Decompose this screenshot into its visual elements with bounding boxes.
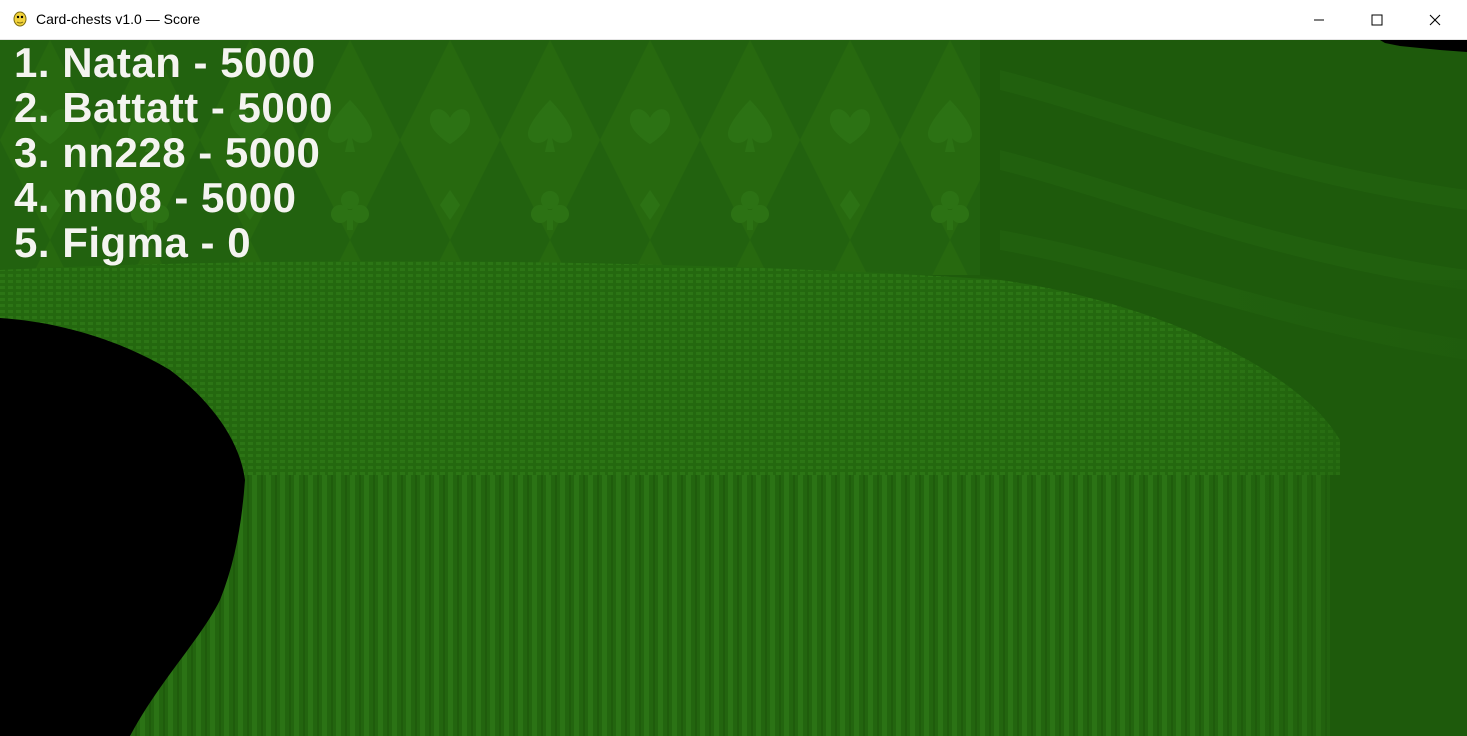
maximize-button[interactable] (1354, 0, 1400, 39)
minimize-icon (1314, 19, 1324, 20)
close-icon (1429, 14, 1441, 25)
score-entry: 5. Figma - 0 (14, 219, 252, 266)
python-snake-icon (11, 10, 29, 28)
minimize-button[interactable] (1296, 0, 1342, 39)
maximize-icon (1371, 14, 1383, 25)
score-entry: 1. Natan - 5000 (14, 40, 316, 86)
score-entry: 3. nn228 - 5000 (14, 129, 321, 176)
window-titlebar: Card-chests v1.0 — Score (0, 0, 1467, 40)
score-entry: 4. nn08 - 5000 (14, 174, 297, 221)
close-button[interactable] (1412, 0, 1458, 39)
score-entry: 2. Battatt - 5000 (14, 84, 333, 131)
game-canvas[interactable]: 1. Natan - 5000 2. Battatt - 5000 3. nn2… (0, 40, 1467, 736)
window-title: Card-chests v1.0 — Score (36, 11, 201, 27)
scoreboard: 1. Natan - 5000 2. Battatt - 5000 3. nn2… (14, 40, 333, 265)
